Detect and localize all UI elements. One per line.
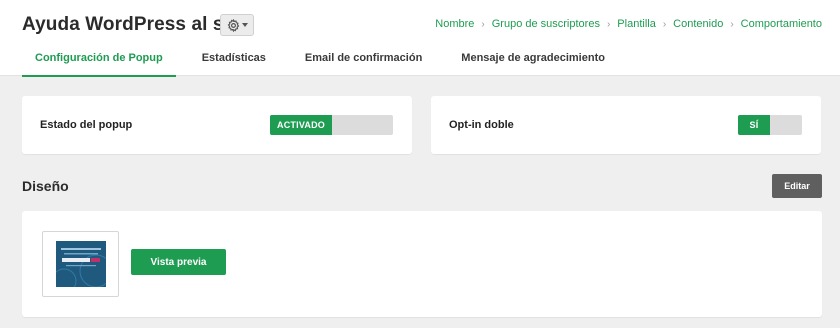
toggle-on-label: ACTIVADO (270, 115, 332, 135)
tab-statistics[interactable]: Estadísticas (189, 44, 279, 76)
design-section-title: Diseño (22, 178, 69, 194)
header: Ayuda WordPress al salir Nombre › Grupo … (0, 0, 840, 77)
page-title: Ayuda WordPress al salir (22, 14, 253, 35)
double-optin-card: Opt-in doble SÍ (431, 96, 821, 154)
double-optin-label: Opt-in doble (449, 119, 514, 131)
preview-button[interactable]: Vista previa (131, 249, 226, 275)
chevron-right-icon: › (481, 18, 485, 30)
toggle-on-label: SÍ (738, 115, 770, 135)
breadcrumb-item-contenido[interactable]: Contenido (673, 18, 723, 30)
breadcrumb-item-comportamiento[interactable]: Comportamiento (741, 18, 822, 30)
tab-thank-you-message[interactable]: Mensaje de agradecimiento (448, 44, 618, 76)
breadcrumb: Nombre › Grupo de suscriptores › Plantil… (435, 18, 822, 30)
breadcrumb-item-nombre[interactable]: Nombre (435, 18, 474, 30)
design-card: Vista previa (22, 211, 822, 317)
chevron-right-icon: › (606, 18, 611, 30)
popup-preview-image (56, 241, 106, 287)
design-thumbnail[interactable] (42, 231, 119, 297)
tab-bar: Configuración de Popup Estadísticas Emai… (22, 44, 618, 77)
popup-status-label: Estado del popup (40, 119, 133, 131)
popup-status-card: Estado del popup ACTIVADO (22, 96, 412, 154)
double-optin-toggle[interactable]: SÍ (738, 115, 802, 135)
breadcrumb-item-plantilla[interactable]: Plantilla (617, 18, 656, 30)
chevron-down-icon (241, 23, 248, 27)
tab-popup-settings[interactable]: Configuración de Popup (22, 44, 176, 77)
edit-button[interactable]: Editar (772, 174, 822, 198)
breadcrumb-item-grupo[interactable]: Grupo de suscriptores (492, 18, 600, 30)
settings-dropdown-button[interactable] (220, 14, 254, 36)
tab-confirmation-email[interactable]: Email de confirmación (292, 44, 435, 76)
gear-icon (227, 18, 240, 32)
chevron-right-icon: › (662, 18, 667, 30)
popup-status-toggle[interactable]: ACTIVADO (270, 115, 393, 135)
chevron-right-icon: › (730, 18, 734, 30)
